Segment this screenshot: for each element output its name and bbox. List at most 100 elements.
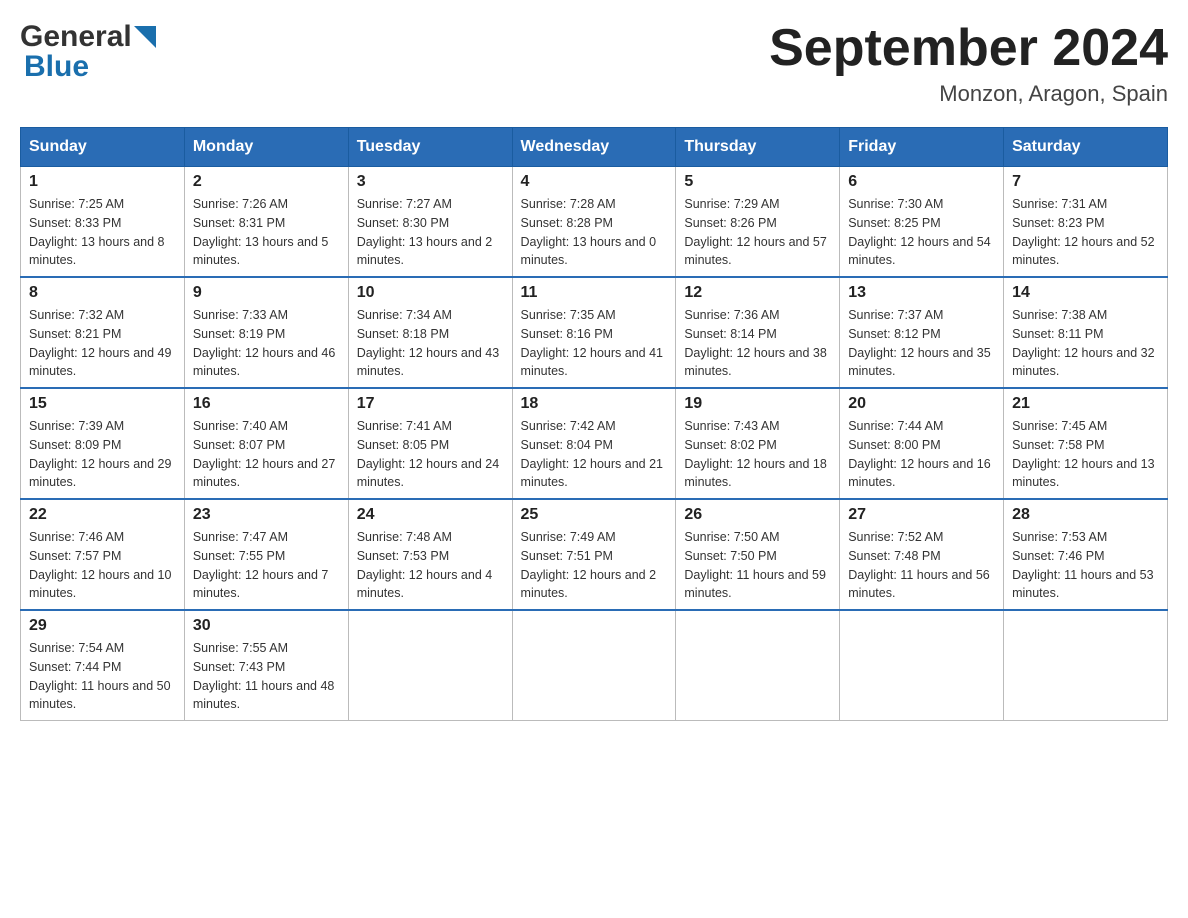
title-section: September 2024 Monzon, Aragon, Spain	[769, 20, 1168, 107]
day-number: 9	[193, 284, 340, 302]
day-number: 7	[1012, 173, 1159, 191]
day-number: 18	[521, 395, 668, 413]
day-number: 23	[193, 506, 340, 524]
day-number: 13	[848, 284, 995, 302]
day-info: Sunrise: 7:35 AM Sunset: 8:16 PM Dayligh…	[521, 306, 668, 381]
day-info: Sunrise: 7:44 AM Sunset: 8:00 PM Dayligh…	[848, 417, 995, 492]
calendar-day-cell: 4 Sunrise: 7:28 AM Sunset: 8:28 PM Dayli…	[512, 167, 676, 278]
weekday-header-wednesday: Wednesday	[512, 128, 676, 167]
day-info: Sunrise: 7:45 AM Sunset: 7:58 PM Dayligh…	[1012, 417, 1159, 492]
day-number: 20	[848, 395, 995, 413]
calendar-day-cell: 16 Sunrise: 7:40 AM Sunset: 8:07 PM Dayl…	[184, 388, 348, 499]
calendar-day-cell: 20 Sunrise: 7:44 AM Sunset: 8:00 PM Dayl…	[840, 388, 1004, 499]
calendar-day-cell: 6 Sunrise: 7:30 AM Sunset: 8:25 PM Dayli…	[840, 167, 1004, 278]
day-info: Sunrise: 7:30 AM Sunset: 8:25 PM Dayligh…	[848, 195, 995, 270]
calendar-table: SundayMondayTuesdayWednesdayThursdayFrid…	[20, 127, 1168, 721]
day-info: Sunrise: 7:53 AM Sunset: 7:46 PM Dayligh…	[1012, 528, 1159, 603]
calendar-day-cell: 21 Sunrise: 7:45 AM Sunset: 7:58 PM Dayl…	[1004, 388, 1168, 499]
location-text: Monzon, Aragon, Spain	[769, 81, 1168, 107]
day-info: Sunrise: 7:33 AM Sunset: 8:19 PM Dayligh…	[193, 306, 340, 381]
weekday-header-sunday: Sunday	[21, 128, 185, 167]
day-info: Sunrise: 7:52 AM Sunset: 7:48 PM Dayligh…	[848, 528, 995, 603]
weekday-header-saturday: Saturday	[1004, 128, 1168, 167]
day-info: Sunrise: 7:34 AM Sunset: 8:18 PM Dayligh…	[357, 306, 504, 381]
day-number: 22	[29, 506, 176, 524]
calendar-day-cell: 5 Sunrise: 7:29 AM Sunset: 8:26 PM Dayli…	[676, 167, 840, 278]
day-info: Sunrise: 7:47 AM Sunset: 7:55 PM Dayligh…	[193, 528, 340, 603]
logo-arrow-icon	[134, 26, 156, 48]
day-number: 30	[193, 617, 340, 635]
day-number: 2	[193, 173, 340, 191]
calendar-day-cell: 13 Sunrise: 7:37 AM Sunset: 8:12 PM Dayl…	[840, 277, 1004, 388]
day-info: Sunrise: 7:36 AM Sunset: 8:14 PM Dayligh…	[684, 306, 831, 381]
calendar-day-cell: 23 Sunrise: 7:47 AM Sunset: 7:55 PM Dayl…	[184, 499, 348, 610]
calendar-day-cell: 24 Sunrise: 7:48 AM Sunset: 7:53 PM Dayl…	[348, 499, 512, 610]
day-number: 3	[357, 173, 504, 191]
day-number: 25	[521, 506, 668, 524]
calendar-day-cell: 28 Sunrise: 7:53 AM Sunset: 7:46 PM Dayl…	[1004, 499, 1168, 610]
day-info: Sunrise: 7:50 AM Sunset: 7:50 PM Dayligh…	[684, 528, 831, 603]
day-number: 14	[1012, 284, 1159, 302]
day-info: Sunrise: 7:38 AM Sunset: 8:11 PM Dayligh…	[1012, 306, 1159, 381]
day-number: 6	[848, 173, 995, 191]
day-info: Sunrise: 7:41 AM Sunset: 8:05 PM Dayligh…	[357, 417, 504, 492]
day-number: 28	[1012, 506, 1159, 524]
day-info: Sunrise: 7:40 AM Sunset: 8:07 PM Dayligh…	[193, 417, 340, 492]
calendar-day-cell	[348, 610, 512, 721]
calendar-week-row: 1 Sunrise: 7:25 AM Sunset: 8:33 PM Dayli…	[21, 167, 1168, 278]
month-title: September 2024	[769, 20, 1168, 77]
day-info: Sunrise: 7:28 AM Sunset: 8:28 PM Dayligh…	[521, 195, 668, 270]
calendar-day-cell: 17 Sunrise: 7:41 AM Sunset: 8:05 PM Dayl…	[348, 388, 512, 499]
day-number: 27	[848, 506, 995, 524]
day-number: 17	[357, 395, 504, 413]
calendar-day-cell: 3 Sunrise: 7:27 AM Sunset: 8:30 PM Dayli…	[348, 167, 512, 278]
page-header: General Blue September 2024 Monzon, Arag…	[20, 20, 1168, 107]
day-number: 12	[684, 284, 831, 302]
day-number: 24	[357, 506, 504, 524]
day-info: Sunrise: 7:54 AM Sunset: 7:44 PM Dayligh…	[29, 639, 176, 714]
day-number: 21	[1012, 395, 1159, 413]
calendar-day-cell	[1004, 610, 1168, 721]
calendar-day-cell	[512, 610, 676, 721]
calendar-day-cell: 12 Sunrise: 7:36 AM Sunset: 8:14 PM Dayl…	[676, 277, 840, 388]
day-number: 5	[684, 173, 831, 191]
weekday-header-monday: Monday	[184, 128, 348, 167]
calendar-day-cell: 22 Sunrise: 7:46 AM Sunset: 7:57 PM Dayl…	[21, 499, 185, 610]
calendar-week-row: 8 Sunrise: 7:32 AM Sunset: 8:21 PM Dayli…	[21, 277, 1168, 388]
day-number: 26	[684, 506, 831, 524]
calendar-day-cell	[840, 610, 1004, 721]
calendar-day-cell: 9 Sunrise: 7:33 AM Sunset: 8:19 PM Dayli…	[184, 277, 348, 388]
calendar-day-cell: 10 Sunrise: 7:34 AM Sunset: 8:18 PM Dayl…	[348, 277, 512, 388]
calendar-day-cell: 8 Sunrise: 7:32 AM Sunset: 8:21 PM Dayli…	[21, 277, 185, 388]
day-info: Sunrise: 7:43 AM Sunset: 8:02 PM Dayligh…	[684, 417, 831, 492]
calendar-week-row: 15 Sunrise: 7:39 AM Sunset: 8:09 PM Dayl…	[21, 388, 1168, 499]
weekday-header-thursday: Thursday	[676, 128, 840, 167]
day-info: Sunrise: 7:49 AM Sunset: 7:51 PM Dayligh…	[521, 528, 668, 603]
calendar-day-cell: 14 Sunrise: 7:38 AM Sunset: 8:11 PM Dayl…	[1004, 277, 1168, 388]
day-number: 15	[29, 395, 176, 413]
weekday-header-tuesday: Tuesday	[348, 128, 512, 167]
day-number: 11	[521, 284, 668, 302]
day-info: Sunrise: 7:29 AM Sunset: 8:26 PM Dayligh…	[684, 195, 831, 270]
logo-blue-text: Blue	[24, 50, 156, 84]
day-info: Sunrise: 7:32 AM Sunset: 8:21 PM Dayligh…	[29, 306, 176, 381]
calendar-day-cell: 15 Sunrise: 7:39 AM Sunset: 8:09 PM Dayl…	[21, 388, 185, 499]
day-number: 29	[29, 617, 176, 635]
calendar-week-row: 29 Sunrise: 7:54 AM Sunset: 7:44 PM Dayl…	[21, 610, 1168, 721]
day-info: Sunrise: 7:46 AM Sunset: 7:57 PM Dayligh…	[29, 528, 176, 603]
calendar-day-cell	[676, 610, 840, 721]
calendar-day-cell: 30 Sunrise: 7:55 AM Sunset: 7:43 PM Dayl…	[184, 610, 348, 721]
day-info: Sunrise: 7:26 AM Sunset: 8:31 PM Dayligh…	[193, 195, 340, 270]
day-number: 16	[193, 395, 340, 413]
calendar-day-cell: 1 Sunrise: 7:25 AM Sunset: 8:33 PM Dayli…	[21, 167, 185, 278]
day-number: 1	[29, 173, 176, 191]
calendar-day-cell: 7 Sunrise: 7:31 AM Sunset: 8:23 PM Dayli…	[1004, 167, 1168, 278]
weekday-header-row: SundayMondayTuesdayWednesdayThursdayFrid…	[21, 128, 1168, 167]
day-number: 8	[29, 284, 176, 302]
day-number: 4	[521, 173, 668, 191]
logo: General Blue	[20, 20, 156, 84]
day-info: Sunrise: 7:31 AM Sunset: 8:23 PM Dayligh…	[1012, 195, 1159, 270]
calendar-day-cell: 26 Sunrise: 7:50 AM Sunset: 7:50 PM Dayl…	[676, 499, 840, 610]
calendar-day-cell: 19 Sunrise: 7:43 AM Sunset: 8:02 PM Dayl…	[676, 388, 840, 499]
day-info: Sunrise: 7:42 AM Sunset: 8:04 PM Dayligh…	[521, 417, 668, 492]
